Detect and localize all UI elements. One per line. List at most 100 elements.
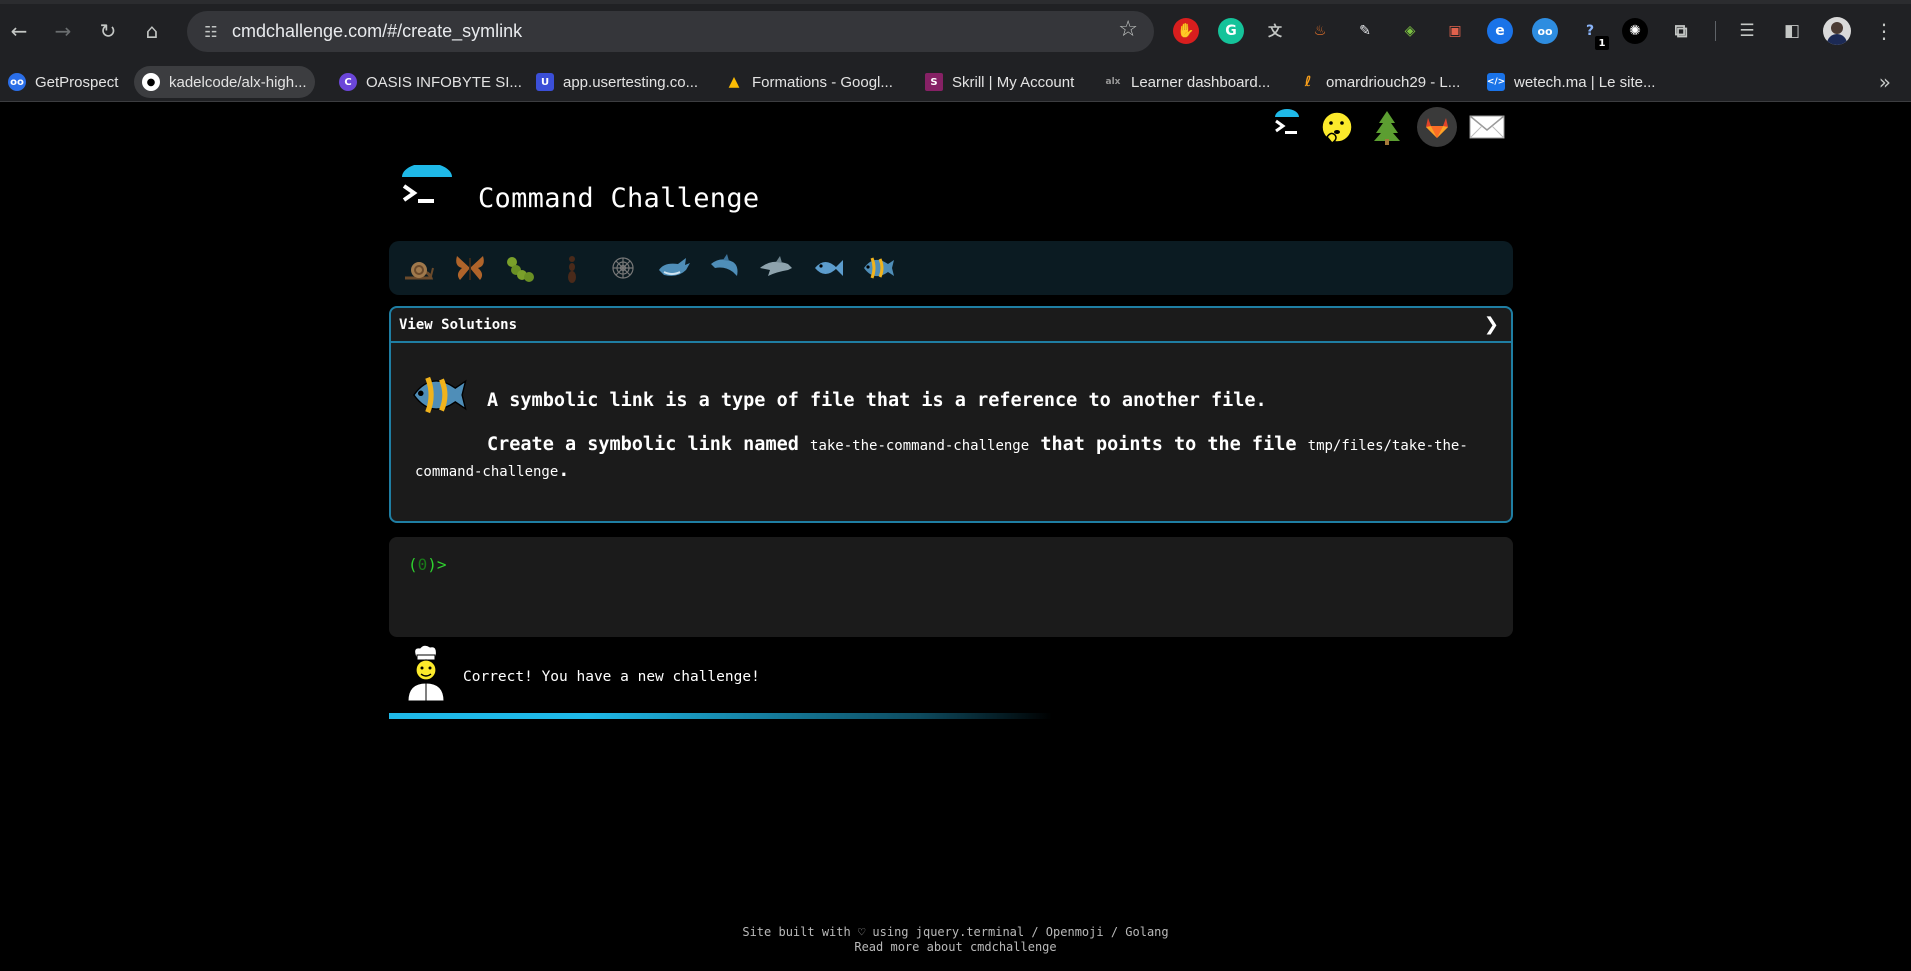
view-solutions-toggle[interactable]: View Solutions ❯ — [391, 308, 1511, 343]
bookmark-label: omardriouch29 - L... — [1326, 73, 1461, 91]
url-text[interactable]: cmdchallenge.com/#/create_symlink — [232, 21, 522, 42]
challenge-line-2-end: . — [558, 459, 570, 481]
forward-arrow-icon[interactable]: → — [47, 15, 79, 47]
google-drive-icon: ▲ — [728, 74, 740, 90]
bookmark-usertesting[interactable]: Uapp.usertesting.co... — [528, 66, 706, 98]
puzzle-helper-extension-icon[interactable]: ? 1 — [1577, 18, 1609, 50]
caterpillar-icon[interactable] — [501, 248, 541, 288]
site-logo[interactable] — [400, 163, 454, 219]
level-progress-bar — [389, 241, 1513, 295]
gitlab-icon[interactable] — [1417, 107, 1457, 147]
leetcode-icon: ℓ — [1304, 74, 1312, 90]
prompt-close: )> — [427, 555, 447, 574]
chef-icon — [404, 643, 448, 702]
toolbar-separator — [1715, 21, 1716, 41]
challenge-progress — [389, 713, 1513, 719]
reload-icon[interactable]: ↻ — [92, 15, 124, 47]
browser-toolbar: ← → ↻ ⌂ ☷ cmdchallenge.com/#/create_syml… — [0, 0, 1911, 62]
wetech-icon: </> — [1487, 73, 1505, 91]
openai-extension-icon[interactable]: ✺ — [1622, 18, 1648, 44]
bookmark-github[interactable]: ● kadelcode/alx-high... — [134, 66, 315, 98]
chevron-right-icon: ❯ — [1483, 314, 1499, 335]
feedback-message: Correct! You have a new challenge! — [404, 639, 1104, 703]
alx-icon: alx — [1105, 77, 1121, 87]
bookmark-label: kadelcode/alx-high... — [169, 73, 307, 91]
spider-web-icon[interactable] — [603, 248, 643, 288]
profile-avatar[interactable] — [1823, 17, 1851, 45]
address-bar[interactable]: ☷ cmdchallenge.com/#/create_symlink ☆ — [187, 11, 1154, 52]
fire-extension-icon[interactable]: ♨ — [1307, 18, 1333, 44]
color-picker-extension-icon[interactable]: ✎ — [1352, 18, 1378, 44]
side-panel-icon[interactable]: ◧ — [1779, 18, 1805, 44]
url-path: /#/create_symlink — [382, 21, 523, 41]
usertesting-icon: U — [536, 73, 554, 91]
bookmark-skrill[interactable]: S Skrill | My Account — [917, 66, 1082, 98]
bookmark-label: GetProspect — [35, 73, 119, 91]
page-content: Command Challenge View Solutions ❯ A sym… — [0, 103, 1911, 971]
screenshot-extension-icon[interactable]: ▣ — [1442, 18, 1468, 44]
snail-icon[interactable] — [399, 248, 439, 288]
butterfly-icon[interactable] — [450, 248, 490, 288]
challenge-line-2-start: Create a symbolic link named — [487, 433, 799, 455]
site-title[interactable]: Command Challenge — [478, 183, 759, 214]
oasis-icon: C — [339, 73, 357, 91]
hushed-face-icon[interactable] — [1317, 107, 1357, 147]
translate-extension-icon[interactable]: 文 — [1262, 18, 1288, 44]
bookmarks-overflow-icon[interactable]: » — [1879, 70, 1891, 94]
bookmark-getprospect[interactable]: oo GetProspect — [0, 66, 126, 98]
bookmark-star-icon[interactable]: ☆ — [1118, 17, 1138, 42]
challenge-line-2-middle: that points to the file — [1040, 433, 1297, 455]
bookmark-alx[interactable]: alx Learner dashboard... — [1096, 66, 1278, 98]
bookmark-label: wetech.ma | Le site... — [1514, 73, 1656, 91]
whale-icon[interactable] — [654, 248, 694, 288]
envelope-icon[interactable] — [1467, 107, 1507, 147]
challenge-progress-fill — [389, 713, 1053, 719]
getprospect-icon: oo — [8, 73, 26, 91]
challenge-line-1: A symbolic link is a type of file that i… — [487, 390, 1267, 411]
challenge-panel: View Solutions ❯ A symbolic link is a ty… — [389, 306, 1513, 523]
extensions-puzzle-icon[interactable]: ⧉ — [1668, 18, 1694, 44]
terminal-link-icon[interactable] — [1267, 107, 1307, 147]
more-menu-icon[interactable]: ⋮ — [1872, 17, 1896, 45]
getprospect-extension-icon[interactable]: oo — [1532, 18, 1558, 44]
bookmark-label: Formations - Googl... — [752, 73, 893, 91]
bookmark-label: app.usertesting.co... — [563, 73, 699, 91]
bookmark-label: Skrill | My Account — [952, 73, 1075, 91]
back-arrow-icon[interactable]: ← — [3, 15, 35, 47]
footer-credits: Site built with ♡ using jquery.terminal … — [742, 925, 1169, 939]
adblock-extension-icon[interactable]: ✋ — [1173, 18, 1199, 44]
reading-list-icon[interactable]: ☰ — [1734, 18, 1760, 44]
tree-icon[interactable] — [1367, 107, 1407, 147]
dolphin-gray-icon[interactable] — [756, 248, 796, 288]
view-solutions-label: View Solutions — [399, 317, 518, 333]
terminal-prompt: (0)> — [408, 555, 447, 574]
skrill-icon: S — [925, 73, 943, 91]
grammarly-extension-icon[interactable]: G — [1218, 18, 1244, 44]
bookmark-leetcode[interactable]: ℓ omardriouch29 - L... — [1291, 66, 1468, 98]
terminal-input[interactable]: (0)> — [389, 537, 1513, 637]
prompt-count: 0 — [417, 555, 428, 574]
bookmark-wetech[interactable]: </> wetech.ma | Le site... — [1479, 66, 1663, 98]
site-settings-icon[interactable]: ☷ — [199, 20, 223, 44]
github-icon: ● — [142, 73, 160, 91]
ant-icon[interactable] — [552, 248, 592, 288]
tab-strip-edge — [0, 0, 1911, 4]
bookmark-label: Learner dashboard... — [1131, 73, 1271, 91]
feedback-text: Correct! You have a new challenge! — [463, 669, 760, 685]
bookmark-google-drive[interactable]: ▲ Formations - Googl... — [717, 66, 901, 98]
extension-badge: 1 — [1595, 36, 1609, 50]
gemini-extension-icon[interactable]: ◈ — [1397, 18, 1423, 44]
symlink-name: take-the-command-challenge — [810, 437, 1030, 454]
challenge-description: A symbolic link is a type of file that i… — [415, 388, 1495, 484]
footer-about-link[interactable]: Read more about cmdchallenge — [0, 940, 1911, 955]
url-host: cmdchallenge.com — [232, 21, 383, 41]
edge-extension-icon[interactable]: e — [1487, 18, 1513, 44]
bookmark-label: OASIS INFOBYTE SI... — [366, 73, 522, 91]
top-links — [1267, 107, 1507, 147]
bookmark-oasis[interactable]: C OASIS INFOBYTE SI... — [331, 66, 530, 98]
dolphin-icon[interactable] — [705, 248, 745, 288]
home-icon[interactable]: ⌂ — [136, 15, 168, 47]
tropical-fish-icon[interactable] — [858, 248, 898, 288]
fish-icon[interactable] — [807, 248, 847, 288]
site-footer: Site built with ♡ using jquery.terminal … — [0, 925, 1911, 955]
